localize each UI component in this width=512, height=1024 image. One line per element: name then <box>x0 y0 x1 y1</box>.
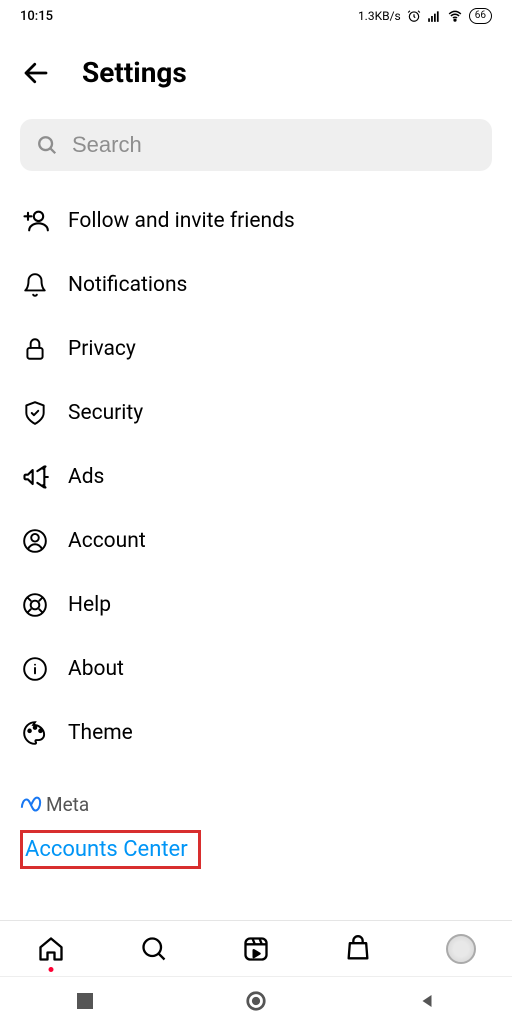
menu-about[interactable]: About <box>20 637 492 701</box>
menu-privacy[interactable]: Privacy <box>20 317 492 381</box>
meta-icon <box>20 794 42 816</box>
search-box[interactable] <box>20 119 492 171</box>
nav-home[interactable] <box>241 986 271 1016</box>
status-time: 10:15 <box>20 9 53 24</box>
lock-icon <box>20 334 50 364</box>
menu-label: About <box>68 657 124 681</box>
search-input[interactable] <box>72 132 476 158</box>
menu-theme[interactable]: Theme <box>20 701 492 765</box>
android-nav-bar <box>0 976 512 1024</box>
menu-account[interactable]: Account <box>20 509 492 573</box>
avatar <box>446 934 476 964</box>
menu-help[interactable]: Help <box>20 573 492 637</box>
menu-ads[interactable]: Ads <box>20 445 492 509</box>
settings-menu: Follow and invite friends Notifications … <box>0 189 512 765</box>
accounts-center-link[interactable]: Accounts Center <box>20 830 201 869</box>
menu-follow-invite[interactable]: Follow and invite friends <box>20 189 492 253</box>
meta-brand-label: Meta <box>46 793 89 816</box>
shield-icon <box>20 398 50 428</box>
tab-bar <box>0 920 512 976</box>
page-title: Settings <box>82 56 187 89</box>
menu-label: Help <box>68 593 111 617</box>
bell-icon <box>20 270 50 300</box>
tab-reels[interactable] <box>241 934 271 964</box>
menu-label: Account <box>68 529 146 553</box>
megaphone-icon <box>20 462 50 492</box>
tab-search[interactable] <box>139 934 169 964</box>
status-indicators: 1.3KB/s 66 <box>358 8 492 24</box>
menu-label: Ads <box>68 465 104 489</box>
header: Settings <box>0 32 512 109</box>
battery-indicator: 66 <box>469 8 492 24</box>
nav-recents[interactable] <box>70 986 100 1016</box>
menu-label: Security <box>68 401 143 425</box>
wifi-icon <box>447 9 463 23</box>
theme-icon <box>20 718 50 748</box>
signal-icon <box>427 9 441 23</box>
info-icon <box>20 654 50 684</box>
help-icon <box>20 590 50 620</box>
alarm-icon <box>407 9 421 23</box>
status-bar: 10:15 1.3KB/s 66 <box>0 0 512 32</box>
account-icon <box>20 526 50 556</box>
network-speed: 1.3KB/s <box>358 9 401 23</box>
home-notification-dot <box>49 967 54 972</box>
meta-brand: Meta <box>20 793 492 816</box>
follow-invite-icon <box>20 206 50 236</box>
menu-label: Theme <box>68 721 133 745</box>
menu-security[interactable]: Security <box>20 381 492 445</box>
meta-section: Meta Accounts Center <box>0 765 512 869</box>
menu-label: Notifications <box>68 273 187 297</box>
nav-back[interactable] <box>412 986 442 1016</box>
tab-shop[interactable] <box>343 934 373 964</box>
back-button[interactable] <box>20 57 52 89</box>
menu-notifications[interactable]: Notifications <box>20 253 492 317</box>
search-icon <box>36 134 58 156</box>
menu-label: Follow and invite friends <box>68 209 295 233</box>
menu-label: Privacy <box>68 337 136 361</box>
tab-profile[interactable] <box>446 934 476 964</box>
tab-home[interactable] <box>36 934 66 964</box>
